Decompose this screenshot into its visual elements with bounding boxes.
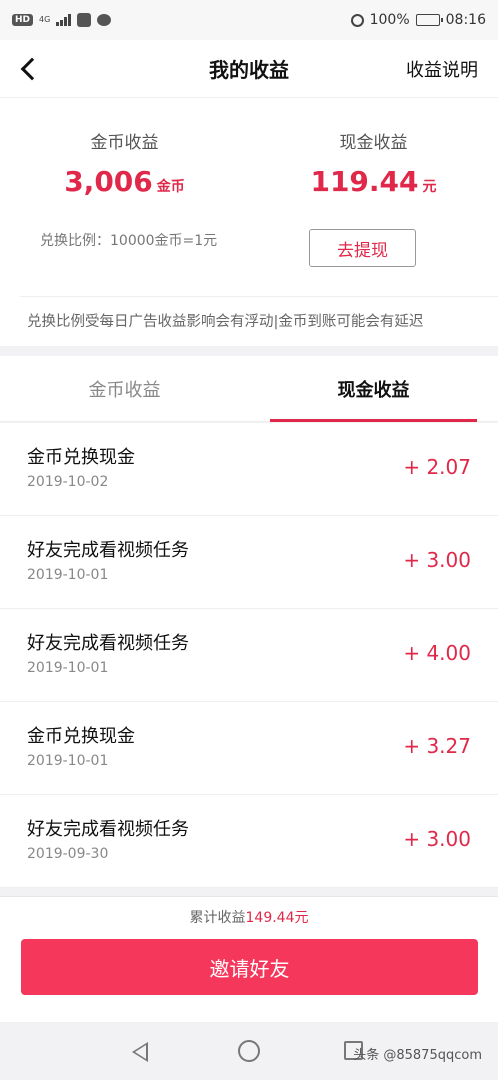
cash-value-row: 119.44 元: [249, 165, 498, 198]
coin-value: 3,006: [64, 165, 153, 198]
status-bar: HD 4G 100% 08:16: [0, 0, 498, 40]
list-item[interactable]: 好友完成看视频任务 2019-09-30 + 3.00: [0, 795, 498, 888]
coin-unit: 金币: [156, 179, 185, 195]
record-date: 2019-10-01: [27, 567, 109, 583]
record-amount: + 3.27: [403, 734, 471, 758]
coin-value-row: 3,006 金币: [0, 165, 249, 198]
record-title: 好友完成看视频任务: [27, 540, 189, 561]
earnings-list: 金币兑换现金 2019-10-02 + 2.07 好友完成看视频任务 2019-…: [0, 423, 498, 888]
cash-label: 现金收益: [339, 133, 408, 153]
record-amount: + 3.00: [403, 827, 471, 851]
record-title: 金币兑换现金: [27, 447, 135, 468]
alarm-icon: [350, 13, 364, 27]
record-title: 金币兑换现金: [27, 726, 135, 747]
nav-back-icon[interactable]: [132, 1042, 148, 1062]
record-date: 2019-10-02: [27, 474, 109, 490]
network-type: 4G: [39, 15, 51, 24]
earnings-tabs: 金币收益 现金收益: [0, 356, 498, 422]
earnings-info-link[interactable]: 收益说明: [406, 56, 478, 82]
tab-coin-earnings[interactable]: 金币收益: [0, 356, 249, 422]
app-icon: [77, 13, 92, 27]
battery-percent: 100%: [369, 12, 410, 28]
divider: [20, 296, 498, 297]
signal-icon: [56, 14, 72, 26]
invite-friends-button[interactable]: 邀请好友: [21, 939, 478, 995]
exchange-notice: 兑换比例受每日广告收益影响会有浮动|金币到账可能会有延迟: [27, 314, 424, 330]
cash-unit: 元: [422, 179, 437, 195]
app-header: 我的收益 收益说明: [0, 40, 498, 98]
record-amount: + 4.00: [403, 641, 471, 665]
coin-label: 金币收益: [90, 133, 159, 153]
clock: 08:16: [445, 12, 486, 28]
chat-icon: [97, 14, 112, 26]
record-amount: + 3.00: [403, 548, 471, 572]
watermark: 头条 @85875qqcom: [353, 1048, 482, 1063]
list-item[interactable]: 好友完成看视频任务 2019-10-01 + 3.00: [0, 516, 498, 609]
exchange-rate: 兑换比例：10000金币=1元: [40, 233, 218, 249]
back-button[interactable]: [12, 52, 46, 86]
record-title: 好友完成看视频任务: [27, 819, 189, 840]
list-item[interactable]: 金币兑换现金 2019-10-01 + 3.27: [0, 702, 498, 795]
hd-badge: HD: [12, 14, 34, 26]
battery-icon: [415, 14, 443, 26]
tab-cash-earnings[interactable]: 现金收益: [249, 356, 498, 422]
record-date: 2019-09-30: [27, 846, 109, 862]
withdraw-button[interactable]: 去提现: [309, 229, 416, 267]
cash-value: 119.44: [310, 165, 419, 198]
total-earnings: 累计收益149.44元: [0, 907, 498, 927]
footer-bar: 累计收益149.44元 邀请好友: [0, 896, 498, 1022]
total-value: 149.44元: [245, 910, 309, 926]
record-date: 2019-10-01: [27, 660, 109, 676]
record-title: 好友完成看视频任务: [27, 633, 189, 654]
total-label: 累计收益: [189, 910, 246, 926]
list-item[interactable]: 金币兑换现金 2019-10-02 + 2.07: [0, 423, 498, 516]
earnings-summary: 金币收益 3,006 金币 现金收益 119.44 元 兑换比例：10000金币=1…: [0, 98, 498, 346]
coin-earnings: 金币收益 3,006 金币: [0, 98, 249, 198]
active-tab-indicator: [270, 419, 477, 422]
record-amount: + 2.07: [403, 455, 471, 479]
record-date: 2019-10-01: [27, 753, 109, 769]
list-item[interactable]: 好友完成看视频任务 2019-10-01 + 4.00: [0, 609, 498, 702]
nav-home-icon[interactable]: [238, 1040, 260, 1062]
back-chevron-icon: [20, 57, 44, 81]
cash-earnings: 现金收益 119.44 元: [249, 98, 498, 198]
system-nav-bar: 头条 @85875qqcom: [0, 1022, 498, 1080]
